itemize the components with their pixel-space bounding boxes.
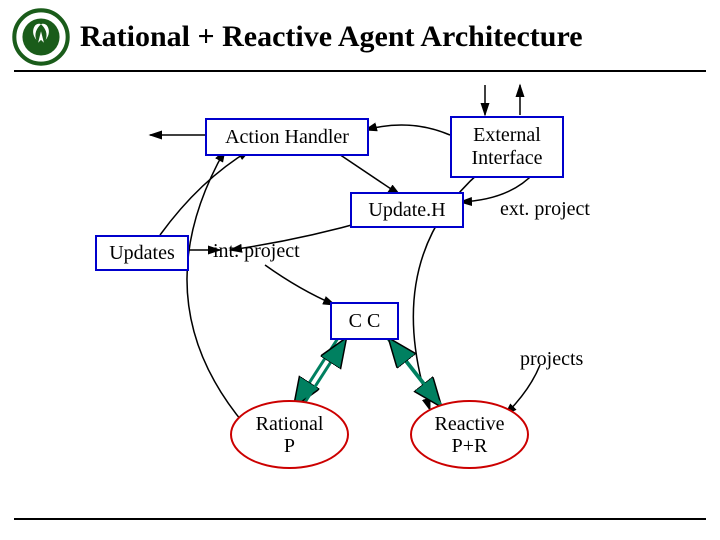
box-update-h: Update.H [350,192,464,228]
label-int-project: int. project [213,240,300,263]
logo-icon [12,8,70,66]
diagram: Action Handler External Interface Update… [0,80,720,520]
divider-top [14,70,706,72]
divider-bottom [14,518,706,520]
box-label: C C [349,310,381,333]
box-label: Update.H [368,199,445,222]
ellipse-label: Reactive P+R [435,413,505,457]
ellipse-label: Rational P [256,413,324,457]
header: Rational + Reactive Agent Architecture [0,0,720,70]
ellipse-rational-p: Rational P [230,400,349,469]
box-label: Action Handler [225,126,349,149]
label-projects: projects [520,348,583,371]
label-ext-project: ext. project [500,198,590,221]
box-label: Updates [109,242,175,265]
ellipse-reactive-pr: Reactive P+R [410,400,529,469]
page-title: Rational + Reactive Agent Architecture [80,20,583,54]
box-updates: Updates [95,235,189,271]
box-cc: C C [330,302,399,340]
box-action-handler: Action Handler [205,118,369,156]
box-label: External Interface [471,124,542,170]
box-external-interface: External Interface [450,116,564,178]
